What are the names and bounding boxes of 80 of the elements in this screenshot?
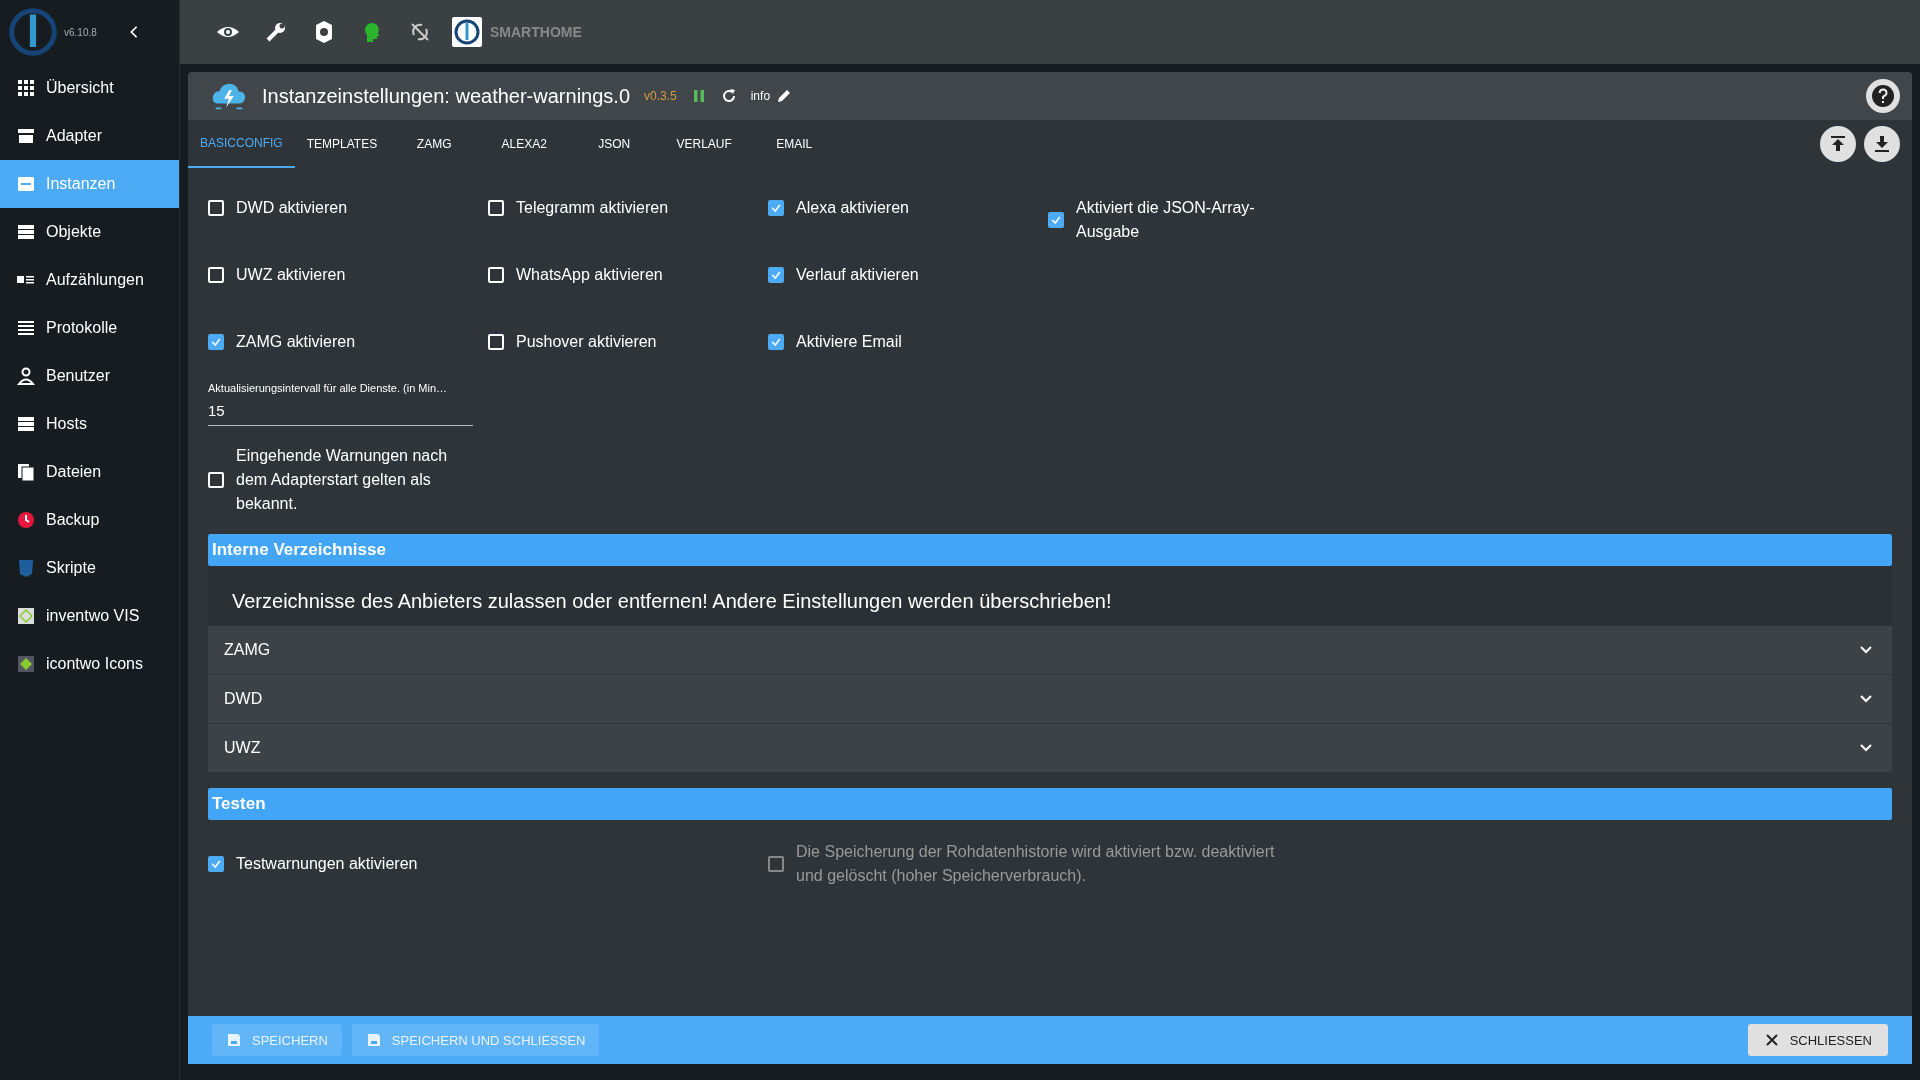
help-button[interactable]: [1866, 79, 1900, 113]
option-label: WhatsApp aktivieren: [516, 265, 663, 285]
option-label: Telegramm aktivieren: [516, 198, 669, 218]
nav-item[interactable]: Übersicht: [0, 64, 179, 112]
nav-item[interactable]: Benutzer: [0, 352, 179, 400]
nav-icon: [16, 414, 36, 434]
nav-icon: [16, 558, 36, 578]
close-button[interactable]: SCHLIESSEN: [1747, 1024, 1888, 1056]
nav-item[interactable]: Skripte: [0, 544, 179, 592]
tab[interactable]: BASICCONFIG: [188, 120, 295, 168]
tab[interactable]: JSON: [569, 120, 660, 168]
upload-button[interactable]: [1820, 126, 1856, 162]
nav-item[interactable]: Hosts: [0, 400, 179, 448]
tab[interactable]: ALEXA2: [479, 120, 570, 168]
section-description: Verzeichnisse des Anbieters zulassen oder entfernen! Andere Einstellungen werden überschrieben!: [208, 566, 1892, 625]
option-label: Alexa aktivieren: [796, 198, 909, 218]
nav-item[interactable]: icontwo Icons: [0, 640, 179, 688]
nav-icon: [16, 510, 36, 530]
nav-icon: [16, 462, 36, 482]
field-label: Aktualisierungsintervall für alle Dienste. (in Min…: [208, 382, 449, 394]
nav-item[interactable]: inventwo VIS: [0, 592, 179, 640]
option-label: Aktiviert die JSON-Array-Ausgabe: [1076, 198, 1256, 242]
dialog-title: Instanzeinstellungen: weather-warnings.0: [262, 84, 630, 108]
checkbox[interactable]: [208, 856, 224, 872]
nav-icon: [16, 366, 36, 386]
checkbox[interactable]: [208, 334, 224, 350]
nav-icon: [16, 318, 36, 338]
panel-title: ZAMG: [224, 641, 272, 659]
nav-item[interactable]: Backup: [0, 496, 179, 544]
floppy-icon: [365, 1032, 382, 1048]
download-button[interactable]: [1864, 126, 1900, 162]
nav-item[interactable]: Objekte: [0, 208, 179, 256]
nav-icon: [16, 78, 36, 98]
option-label: Aktiviere Email: [796, 332, 902, 352]
checkbox[interactable]: [768, 200, 784, 216]
wrench-icon[interactable]: [264, 20, 288, 44]
brand-name: SMARTHOME: [490, 24, 582, 40]
option-label: DWD aktivieren: [236, 198, 348, 218]
help-icon: [1871, 84, 1895, 108]
collapse-icon[interactable]: [128, 25, 139, 39]
tab[interactable]: ZAMG: [389, 120, 480, 168]
close-icon: [1763, 1032, 1780, 1048]
accordion-panel[interactable]: DWD: [208, 674, 1892, 723]
logo-icon[interactable]: [8, 7, 58, 57]
floppy-icon: [226, 1032, 242, 1048]
section-header: Interne Verzeichnisse: [208, 534, 1892, 566]
version-label: v0.3.5: [644, 89, 677, 103]
option-label: ZAMG aktivieren: [236, 332, 356, 352]
option-label: Pushover aktivieren: [516, 332, 657, 352]
accordion-panel[interactable]: ZAMG: [208, 625, 1892, 674]
nav-item[interactable]: Protokolle: [0, 304, 179, 352]
option-label: Eingehende Warnungen nach dem Adapterstart gelten als bekannt.: [236, 446, 449, 514]
nav-icon: [16, 174, 36, 194]
accordion-panel[interactable]: UWZ: [208, 723, 1892, 772]
nav-item[interactable]: Adapter: [0, 112, 179, 160]
nav-item[interactable]: Aufzählungen: [0, 256, 179, 304]
tab[interactable]: TEMPLATES: [294, 120, 390, 168]
tab[interactable]: VERLAUF: [659, 120, 750, 168]
checkbox[interactable]: [768, 267, 784, 283]
section-header: Testen: [208, 788, 1892, 820]
pencil-icon[interactable]: [776, 88, 793, 104]
nav-icon: [16, 606, 36, 626]
nav-item[interactable]: Dateien: [0, 448, 179, 496]
logo-icon[interactable]: [452, 17, 482, 47]
nav-icon: [16, 654, 36, 674]
checkbox[interactable]: [1048, 212, 1064, 228]
option-label: Verlauf aktivieren: [796, 265, 919, 285]
reload-icon[interactable]: [720, 88, 737, 104]
nav-icon: [16, 126, 36, 146]
nav-icon: [16, 222, 36, 242]
tab[interactable]: EMAIL: [749, 120, 840, 168]
interval-field[interactable]: 15: [208, 394, 473, 425]
option-label: Die Speicherung der Rohdatenhistorie wird aktiviert bzw. deaktiviert und gelöscht (hoher Speicherverbrauch).: [796, 842, 1276, 886]
panel-title: UWZ: [224, 739, 262, 757]
option-label: Testwarnungen aktivieren: [236, 854, 419, 874]
version-label: v6.10.8: [64, 26, 97, 38]
checkbox[interactable]: [768, 334, 784, 350]
info-label: info: [750, 89, 771, 103]
panel-title: DWD: [224, 690, 264, 708]
option-label: UWZ aktivieren: [236, 265, 346, 285]
